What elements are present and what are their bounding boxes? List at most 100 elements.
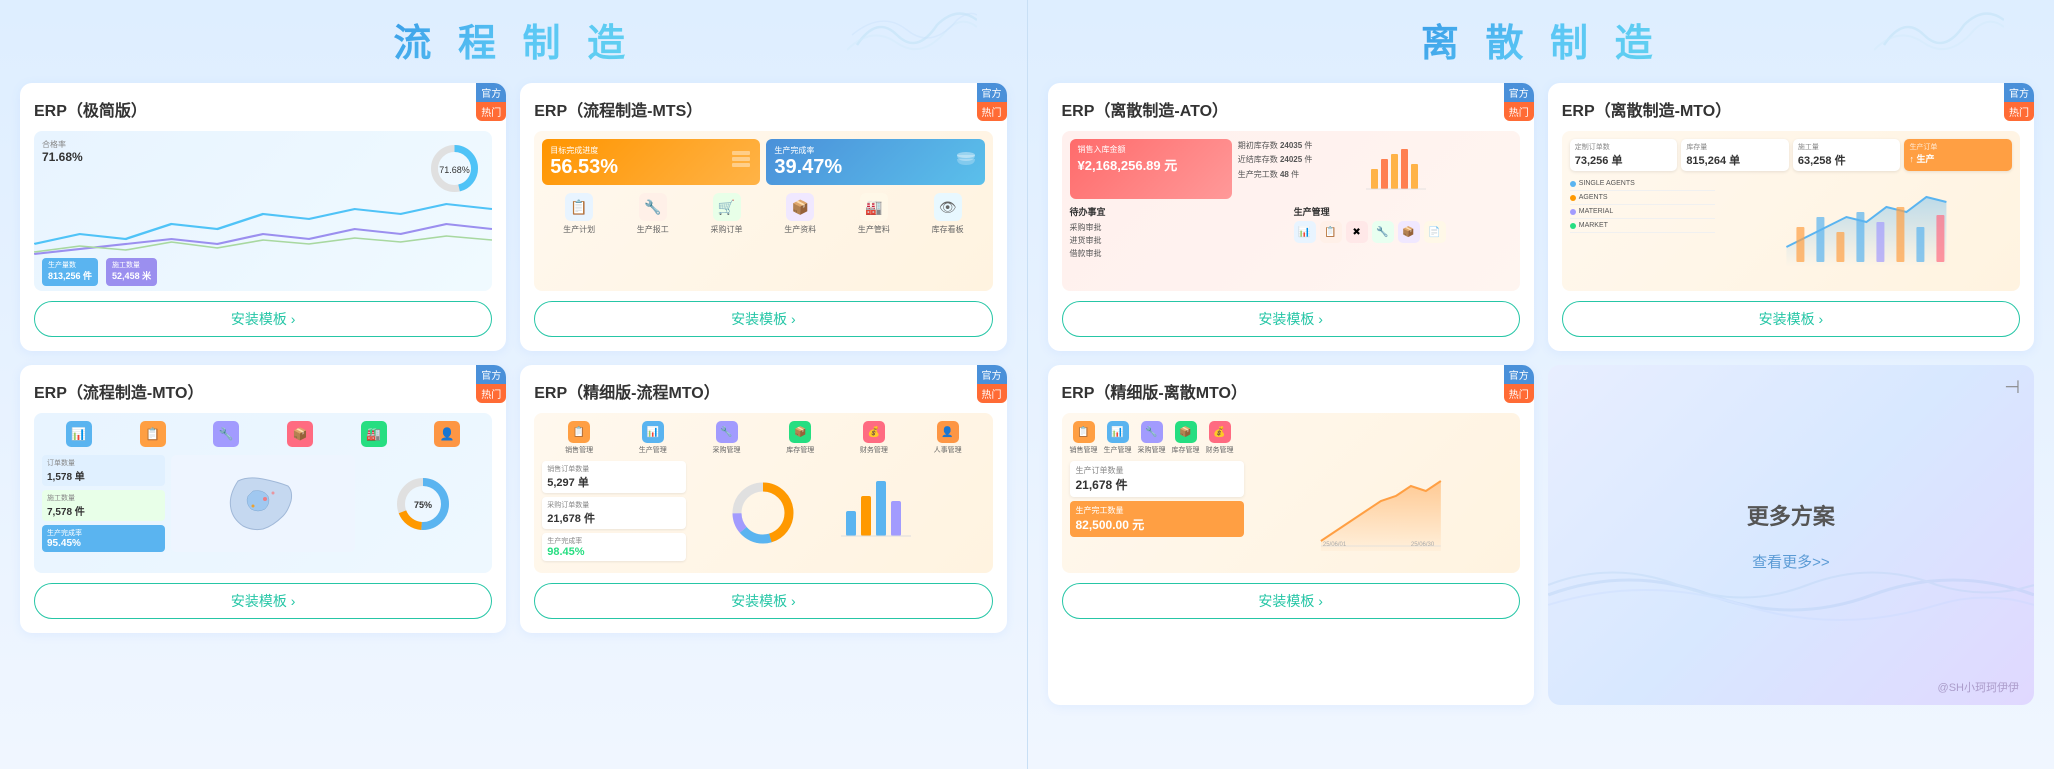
ato-revenue: 销售入库金额 ¥2,168,256.89 元 <box>1070 139 1232 199</box>
fine-dis-icon3: 🔧 采购管理 <box>1138 421 1166 455</box>
preview-fine-mto: 📋 销售管理 📊 生产管理 🔧 采购管理 📦 <box>534 413 992 573</box>
ato-manage-icon5: 📦 <box>1398 221 1420 243</box>
card-erp-jijian: 官方 热门 ERP（极简版） 合格率71.68% 71.68% <box>20 83 506 351</box>
badge-container-fine-mto: 官方 热门 <box>977 365 1007 403</box>
install-btn-mto-r[interactable]: 安装模板 › <box>1562 301 2020 337</box>
report-icon-box: 🔧 <box>639 193 667 221</box>
install-btn-fine-dis[interactable]: 安装模板 › <box>1062 583 1520 619</box>
icon-box-3: 🔧 <box>213 421 239 447</box>
stat-production: 生产量数 813,256 件 <box>42 258 98 286</box>
main-container: 流 程 制 造 官方 热门 ERP（极简版） 合格率71.68% <box>0 0 2054 769</box>
fine-dis-icon4: 📦 库存管理 <box>1172 421 1200 455</box>
card-title-flow-mto: ERP（流程制造-MTO） <box>34 379 492 403</box>
fine-stat-row3: 生产完成率 98.45% <box>542 533 685 561</box>
ato-manage-icon2: 📋 <box>1320 221 1342 243</box>
cards-grid-liucheng: 官方 热门 ERP（极简版） 合格率71.68% 71.68% <box>20 83 1007 633</box>
icon-box-6: 👤 <box>434 421 460 447</box>
install-btn-mts[interactable]: 安装模板 › <box>534 301 992 337</box>
badge-guan-ato: 官方 <box>1504 83 1534 102</box>
layers-icon-orange <box>730 151 752 167</box>
list-item3: MATERIAL <box>1570 205 1715 219</box>
icon-box-2: 📋 <box>140 421 166 447</box>
card-title-mts: ERP（流程制造-MTS） <box>534 97 992 121</box>
fine-top-icons: 📋 销售管理 📊 生产管理 🔧 采购管理 📦 <box>542 421 984 455</box>
fine-icon-label5: 财务管理 <box>860 447 888 454</box>
ato-inventory-stats: 期初库存数 24035 件 近结库存数 24025 件 生产完工数 48 件 <box>1238 139 1360 199</box>
mto-l-icon2: 📋 <box>140 421 166 447</box>
ato-bottom: 待办事宜 采购审批 进货审批 借款审批 生产管理 📊 📋 ✖ 🔧 <box>1070 205 1512 260</box>
rate-box-orange: 目标完成进度 56.53% <box>542 139 760 185</box>
more-deco-waves <box>1548 545 2034 645</box>
fine-icon-box4: 📦 <box>789 421 811 443</box>
mto-l-stat3: 生产完成率 95.45% <box>42 525 165 552</box>
fine-stat2-value: 21,678 件 <box>547 510 680 526</box>
badge-hot-ato: 热门 <box>1504 102 1534 121</box>
card-more-solutions: ⊣ 更多方案 查看更多>> @SH小珂珂伊伊 <box>1548 365 2034 705</box>
card-title-ato: ERP（离散制造-ATO） <box>1062 97 1520 121</box>
card-erp-ato: 官方 热门 ERP（离散制造-ATO） 销售入库金额 ¥2,168,256.89… <box>1048 83 1534 351</box>
install-btn-ato[interactable]: 安装模板 › <box>1062 301 1520 337</box>
badge-hot-fine-dis: 热门 <box>1504 384 1534 403</box>
section-title-lisuan: 离 散 制 造 <box>1421 23 1661 65</box>
badge-guan-fine-mto: 官方 <box>977 365 1007 384</box>
preview-ato: 销售入库金额 ¥2,168,256.89 元 期初库存数 24035 件 近结库… <box>1062 131 1520 291</box>
inventory-icon-box: 👁 <box>934 193 962 221</box>
list-label2: AGENTS <box>1579 194 1608 201</box>
fine-stat3-label: 生产完成率 <box>547 536 680 546</box>
preview-flow-mto: 📊 📋 🔧 📦 🏭 <box>34 413 492 573</box>
card-erp-flow-mto: 官方 热门 ERP（流程制造-MTO） 📊 📋 🔧 <box>20 365 506 633</box>
fine-dis-icon-label5: 财务管理 <box>1206 447 1234 454</box>
mto-l-body: 订单数量 1,578 单 施工数量 7,578 件 生产完成率 95.45% <box>42 455 484 552</box>
list-label3: MATERIAL <box>1579 208 1614 215</box>
donut-fine-mto <box>728 478 798 548</box>
section-header-liucheng: 流 程 制 造 <box>20 0 1007 83</box>
mto-r-stat1-value: 73,256 单 <box>1575 152 1673 168</box>
card-fine-dis: 官方 热门 ERP（精细版-离散MTO） 📋 销售管理 📊 生产管理 <box>1048 365 1534 705</box>
fine-dis-stat2-label: 生产完工数量 <box>1076 505 1239 516</box>
fine-stat-row1: 销售订单数量 5,297 单 <box>542 461 685 493</box>
fine-dis-stat2-value: 82,500.00 元 <box>1076 516 1239 533</box>
badge-guan-mto-r: 官方 <box>2004 83 2034 102</box>
fine-stats: 销售订单数量 5,297 单 采购订单数量 21,678 件 生产完成率 98.… <box>542 461 685 565</box>
mto-r-stats: 定制订单数 73,256 单 库存量 815,264 单 施工量 63,258 … <box>1570 139 2012 171</box>
install-btn-jijian[interactable]: 安装模板 › <box>34 301 492 337</box>
fine-dis-icon-box3: 🔧 <box>1141 421 1163 443</box>
install-btn-fine-mto[interactable]: 安装模板 › <box>534 583 992 619</box>
mto-r-stat3: 施工量 63,258 件 <box>1793 139 1901 171</box>
area-chart-mto-r <box>1721 177 2012 267</box>
mto-l-icon3: 🔧 <box>213 421 239 447</box>
svg-text:25/06/30: 25/06/30 <box>1411 542 1435 548</box>
donut-flow-mto: 75% <box>393 474 453 534</box>
ato-todo-item2: 进货审批 <box>1070 234 1288 247</box>
manage-label: 生产管料 <box>858 225 890 234</box>
fine-dis-icon-box4: 📦 <box>1175 421 1197 443</box>
preview-mto-r: 定制订单数 73,256 单 库存量 815,264 单 施工量 63,258 … <box>1562 131 2020 291</box>
mts-icons: 📋 生产计划 🔧 生产报工 🛒 采购订单 📦 <box>542 193 984 235</box>
fine-dis-icon2: 📊 生产管理 <box>1104 421 1132 455</box>
badge-container-fine-dis: 官方 热门 <box>1504 365 1534 403</box>
badge-hot-mts: 热门 <box>977 102 1007 121</box>
fine-icon-box5: 💰 <box>863 421 885 443</box>
mto-l-map <box>171 455 355 552</box>
svg-text:25/06/01: 25/06/01 <box>1323 542 1347 548</box>
china-map-svg <box>223 471 303 536</box>
badge-hot-mto-r: 热门 <box>2004 102 2034 121</box>
badge-container-jijian: 官方 热门 <box>476 83 506 121</box>
ato-manage-icons: 📊 📋 ✖ 🔧 📦 📄 <box>1294 221 1512 243</box>
svg-text:71.68%: 71.68% <box>439 165 470 175</box>
mto-l-icon6: 👤 <box>434 421 460 447</box>
fine-icon1: 📋 销售管理 <box>565 421 593 455</box>
mts-icon-plan: 📋 生产计划 <box>563 193 595 235</box>
purchase-icon-box: 🛒 <box>713 193 741 221</box>
exit-icon[interactable]: ⊣ <box>2004 377 2020 398</box>
fine-dis-stat1-value: 21,678 件 <box>1076 476 1239 493</box>
mto-r-stat3-value: 63,258 件 <box>1798 152 1896 168</box>
ato-todo-item1: 采购审批 <box>1070 221 1288 234</box>
ato-bar-svg <box>1366 139 1426 194</box>
section-header-lisuan: 离 散 制 造 <box>1048 0 2035 83</box>
mto-r-stat2-value: 815,264 单 <box>1686 152 1784 168</box>
card-erp-mto-r: 官方 热门 ERP（离散制造-MTO） 定制订单数 73,256 单 库存量 8… <box>1548 83 2034 351</box>
fine-stat3-value: 98.45% <box>547 546 680 558</box>
fine-icon-label4: 库存管理 <box>786 447 814 454</box>
install-btn-flow-mto[interactable]: 安装模板 › <box>34 583 492 619</box>
